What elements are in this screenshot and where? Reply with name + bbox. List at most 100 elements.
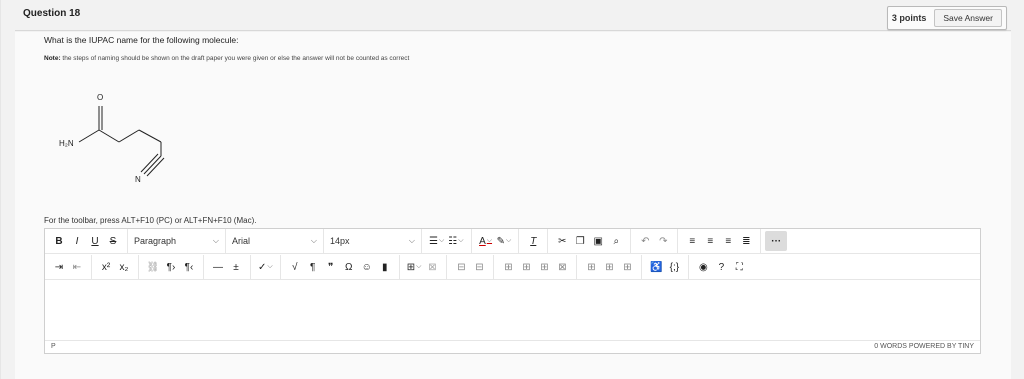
copy-icon[interactable]: ❐ [571, 231, 589, 251]
code-icon[interactable]: {;} [665, 257, 683, 277]
undo-icon[interactable]: ↶ [636, 231, 654, 251]
history-group: ↶ ↷ [631, 228, 679, 254]
strikethrough-icon[interactable]: S [104, 231, 122, 251]
spellcheck-icon[interactable]: ✓ ⌵ [256, 257, 275, 277]
table-cell-icon[interactable]: ⊞ [600, 257, 618, 277]
indent-group: ⇥ ⇤ [45, 254, 92, 280]
table-cell-icon[interactable]: ⊞ [582, 257, 600, 277]
table-row-icon[interactable]: ⊟ [452, 257, 470, 277]
save-answer-button[interactable]: Save Answer [934, 9, 1002, 27]
misc-group: ♿ {;} [642, 254, 690, 280]
highlight-icon[interactable]: ✎ ⌵ [495, 231, 514, 251]
align-left-icon[interactable]: ≡ [683, 231, 701, 251]
text-style-group: B I U S [45, 228, 128, 254]
powered-by-link[interactable]: POWERED BY TINY [909, 343, 974, 350]
bookmark-icon[interactable]: ▮ [376, 257, 394, 277]
table-group: ⊞ ⌵ ⊠ [400, 254, 448, 280]
list-group: ☰ ⌵ ☷ ⌵ [422, 228, 472, 254]
help-icon[interactable]: ? [712, 257, 730, 277]
table-col-icon[interactable]: ⊠ [553, 257, 571, 277]
chevron-down-icon: ⌵ [212, 236, 219, 245]
redo-icon[interactable]: ↷ [654, 231, 672, 251]
clipboard-group: ✂ ❐ ▣ ⌕ [548, 228, 632, 254]
ltr-icon[interactable]: ¶› [162, 257, 180, 277]
points-box: 3 points Save Answer [886, 6, 1007, 30]
table-col-group: ⊞ ⊞ ⊞ ⊠ [494, 254, 578, 280]
editor-status-bar: P 0 WORDS POWERED BY TINY [45, 340, 980, 353]
size-select-value: 14px [330, 236, 350, 246]
table-row-icon[interactable]: ⊟ [470, 257, 488, 277]
cut-icon[interactable]: ✂ [553, 231, 571, 251]
element-path[interactable]: P [51, 343, 56, 350]
toolbar-row-1: B I U S Paragraph ⌵ Arial ⌵ 14px ⌵ ☰ ⌵ ☷ ⌵ [45, 228, 980, 254]
justify-icon[interactable]: ≣ [737, 231, 755, 251]
table-delete-icon[interactable]: ⊠ [423, 257, 441, 277]
insert-group: — ± [204, 254, 251, 280]
superscript-icon[interactable]: x² [97, 257, 115, 277]
insert-icon[interactable]: ± [227, 257, 245, 277]
bullet-list-icon[interactable]: ☰ ⌵ [427, 231, 446, 251]
atom-h2n-label: H₂N [59, 139, 74, 148]
status-right: 0 WORDS POWERED BY TINY [874, 343, 974, 350]
page-frame: Question 18 3 points Save Answer What is… [0, 0, 1024, 379]
accessibility-icon[interactable]: ♿ [647, 257, 665, 277]
align-center-icon[interactable]: ≡ [701, 231, 719, 251]
outdent-icon[interactable]: ⇤ [68, 257, 86, 277]
editor-content-area[interactable] [45, 281, 980, 341]
find-icon[interactable]: ⌕ [607, 231, 625, 251]
spell-group: ✓ ⌵ [251, 254, 281, 280]
symbol-group: √ ¶ ❞ Ω ☺ ▮ [281, 254, 400, 280]
toolbar-hint: For the toolbar, press ALT+F10 (PC) or A… [44, 216, 257, 225]
table-col-icon[interactable]: ⊞ [499, 257, 517, 277]
table-cell-group: ⊞ ⊞ ⊞ [577, 254, 643, 280]
note-text: the steps of naming should be shown on t… [60, 55, 410, 62]
color-group: A ⌵ ✎ ⌵ [472, 228, 520, 254]
question-note: Note: the steps of naming should be show… [44, 55, 409, 62]
format-select-value: Paragraph [134, 236, 177, 246]
more-icon[interactable]: ··· [765, 231, 788, 251]
numbered-list-icon[interactable]: ☷ ⌵ [446, 231, 465, 251]
align-right-icon[interactable]: ≡ [719, 231, 737, 251]
fullscreen-icon[interactable]: ⛶ [730, 257, 748, 277]
table-icon[interactable]: ⊞ ⌵ [405, 257, 424, 277]
size-select[interactable]: 14px ⌵ [324, 228, 422, 254]
horizontal-line-icon[interactable]: — [209, 257, 227, 277]
table-col-icon[interactable]: ⊞ [535, 257, 553, 277]
preview-icon[interactable]: ◉ [694, 257, 712, 277]
quote-icon[interactable]: ❞ [322, 257, 340, 277]
rtl-icon[interactable]: ¶‹ [180, 257, 198, 277]
italic-icon[interactable]: I [68, 231, 86, 251]
word-count[interactable]: 0 WORDS [874, 343, 907, 350]
question-header: Question 18 3 points Save Answer [15, 3, 1011, 31]
atom-o-label: O [97, 93, 103, 102]
font-select-value: Arial [232, 236, 251, 246]
unlink-icon[interactable]: ⛓ [144, 257, 162, 277]
view-group: ◉ ? ⛶ [689, 255, 753, 280]
paste-icon[interactable]: ▣ [589, 231, 607, 251]
chevron-down-icon: ⌵ [310, 236, 317, 245]
question-title: Question 18 [23, 8, 81, 19]
table-col-icon[interactable]: ⊞ [517, 257, 535, 277]
underline-icon[interactable]: U [86, 231, 104, 251]
math-icon[interactable]: √ [286, 257, 304, 277]
atom-n-label: N [135, 175, 141, 184]
points-label: 3 points [891, 13, 927, 23]
clear-format-icon[interactable]: T [524, 231, 542, 251]
toolbar-row-2: ⇥ ⇤ x² x₂ ⛓ ¶› ¶‹ — ± ✓ ⌵ √ ¶ ❞ Ω ☺ ▮ ⊞ … [45, 254, 980, 280]
chevron-down-icon: ⌵ [408, 236, 415, 245]
question-prompt: What is the IUPAC name for the following… [44, 35, 239, 45]
omega-icon[interactable]: Ω [340, 257, 358, 277]
font-select[interactable]: Arial ⌵ [226, 228, 324, 254]
emoji-icon[interactable]: ☺ [358, 257, 376, 277]
bold-icon[interactable]: B [50, 231, 68, 251]
clear-group: T [519, 228, 549, 254]
format-select[interactable]: Paragraph ⌵ [128, 228, 226, 254]
align-group: ≡ ≡ ≡ ≣ [678, 228, 762, 254]
indent-icon[interactable]: ⇥ [50, 257, 68, 277]
subscript-icon[interactable]: x₂ [115, 257, 133, 277]
question-content: What is the IUPAC name for the following… [15, 32, 1011, 379]
paragraph-icon[interactable]: ¶ [304, 257, 322, 277]
table-cell-icon[interactable]: ⊞ [618, 257, 636, 277]
note-label: Note: [44, 55, 61, 62]
text-color-icon[interactable]: A ⌵ [477, 231, 495, 251]
